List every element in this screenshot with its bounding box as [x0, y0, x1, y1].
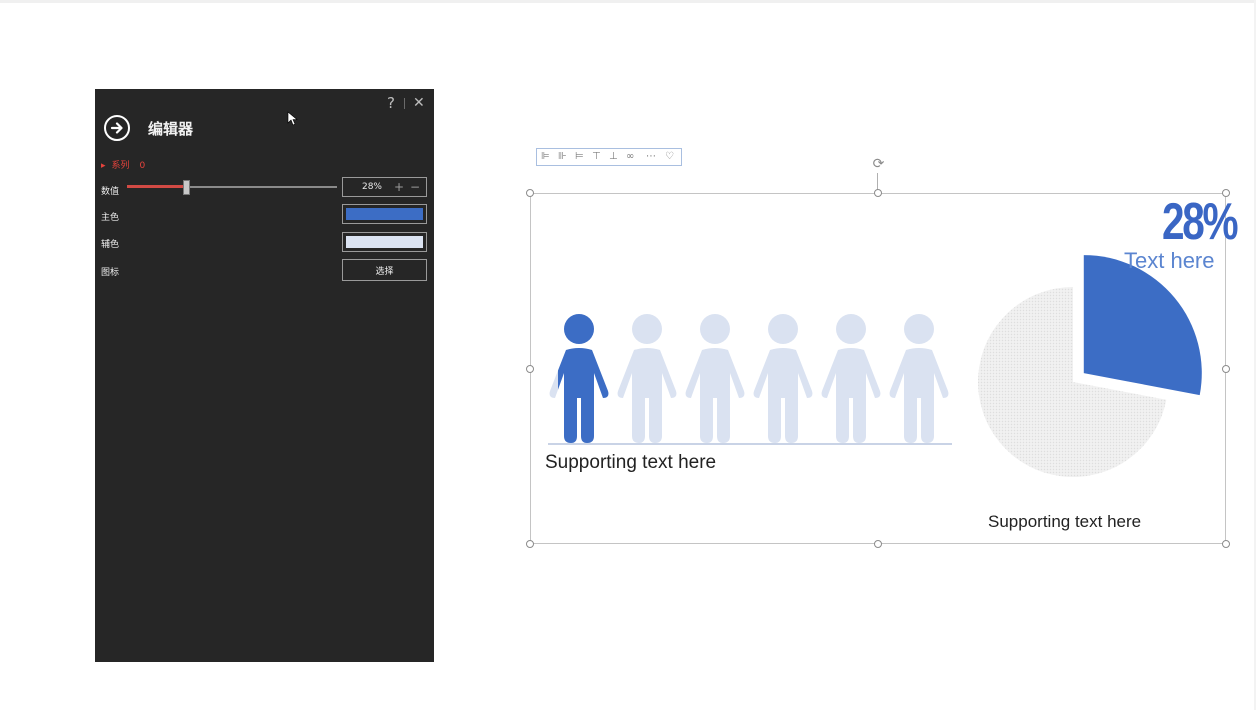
sub-color-picker[interactable] — [342, 232, 427, 252]
percent-value: 28% — [361, 182, 382, 192]
resize-handle-bottom[interactable] — [874, 540, 882, 548]
person-icon — [617, 314, 677, 443]
choose-button-label: 选择 — [375, 267, 394, 277]
align-middle-icon[interactable]: ⊥ — [609, 151, 618, 163]
percent-slider-fill — [127, 185, 186, 188]
person-icon — [685, 314, 745, 443]
pictograph-baseline — [548, 443, 952, 445]
supporting-text-left[interactable]: Supporting text here — [545, 452, 716, 474]
percent-label: 数值 — [101, 187, 120, 197]
resize-handle-top[interactable] — [874, 189, 882, 197]
supporting-text-right[interactable]: Supporting text here — [988, 512, 1141, 532]
pie-chart — [978, 255, 1202, 477]
person-icon — [753, 314, 813, 443]
editor-panel: ? ✕ 编辑器 ▸ 系列 0 数值 28% + − 主色 辅色 图标 选择 — [95, 89, 434, 662]
series-value: 0 — [139, 161, 146, 171]
mouse-cursor-icon — [287, 111, 298, 126]
resize-handle-bottom-left[interactable] — [526, 540, 534, 548]
arrow-right-circle-icon[interactable] — [104, 115, 130, 141]
text-here-label[interactable]: Text here — [1124, 249, 1215, 273]
resize-handle-top-left[interactable] — [526, 189, 534, 197]
person-icon — [821, 314, 881, 443]
main-color-swatch — [346, 208, 423, 220]
link-icon[interactable]: ∞ — [626, 151, 634, 163]
floating-mini-toolbar[interactable]: ⊫ ⊪ ⊨ ⊤ ⊥ ∞ ⋯ ♡ — [536, 148, 682, 166]
pie-slice-value — [1083, 255, 1202, 396]
main-color-label: 主色 — [101, 213, 120, 223]
align-right-icon[interactable]: ⊨ — [575, 151, 584, 163]
minus-icon[interactable]: − — [410, 180, 420, 194]
percent-stepper[interactable]: 28% + − — [342, 177, 427, 197]
top-border — [0, 0, 1256, 3]
series-selector[interactable]: ▸ 系列 0 — [101, 158, 145, 171]
plus-icon[interactable]: + — [394, 180, 404, 194]
resize-handle-bottom-right[interactable] — [1222, 540, 1230, 548]
align-left-icon[interactable]: ⊫ — [541, 151, 550, 163]
person-icon-filled — [558, 314, 609, 443]
series-label: 系列 — [111, 161, 130, 171]
heart-icon[interactable]: ♡ — [665, 151, 674, 163]
close-icon[interactable]: ✕ — [413, 95, 425, 111]
people-pictograph — [549, 314, 949, 443]
percent-slider-thumb[interactable] — [182, 180, 190, 195]
title-bar-separator — [404, 98, 405, 109]
big-percent-label[interactable]: 28% — [1162, 192, 1239, 252]
align-center-icon[interactable]: ⊪ — [558, 151, 567, 163]
panel-title: 编辑器 — [148, 120, 194, 138]
sub-color-swatch — [346, 236, 423, 248]
person-icon — [889, 314, 949, 443]
expand-triangle-icon: ▸ — [101, 161, 106, 171]
choose-icon-button[interactable]: 选择 — [342, 259, 427, 281]
help-icon[interactable]: ? — [387, 95, 395, 111]
more-icon[interactable]: ⋯ — [646, 151, 656, 163]
sub-color-label: 辅色 — [101, 240, 120, 250]
rotate-handle-icon[interactable]: ⟳ — [870, 156, 887, 173]
icon-label: 图标 — [101, 268, 120, 278]
person-icon — [549, 314, 609, 443]
resize-handle-left[interactable] — [526, 365, 534, 373]
align-top-icon[interactable]: ⊤ — [592, 151, 601, 163]
main-color-picker[interactable] — [342, 204, 427, 224]
